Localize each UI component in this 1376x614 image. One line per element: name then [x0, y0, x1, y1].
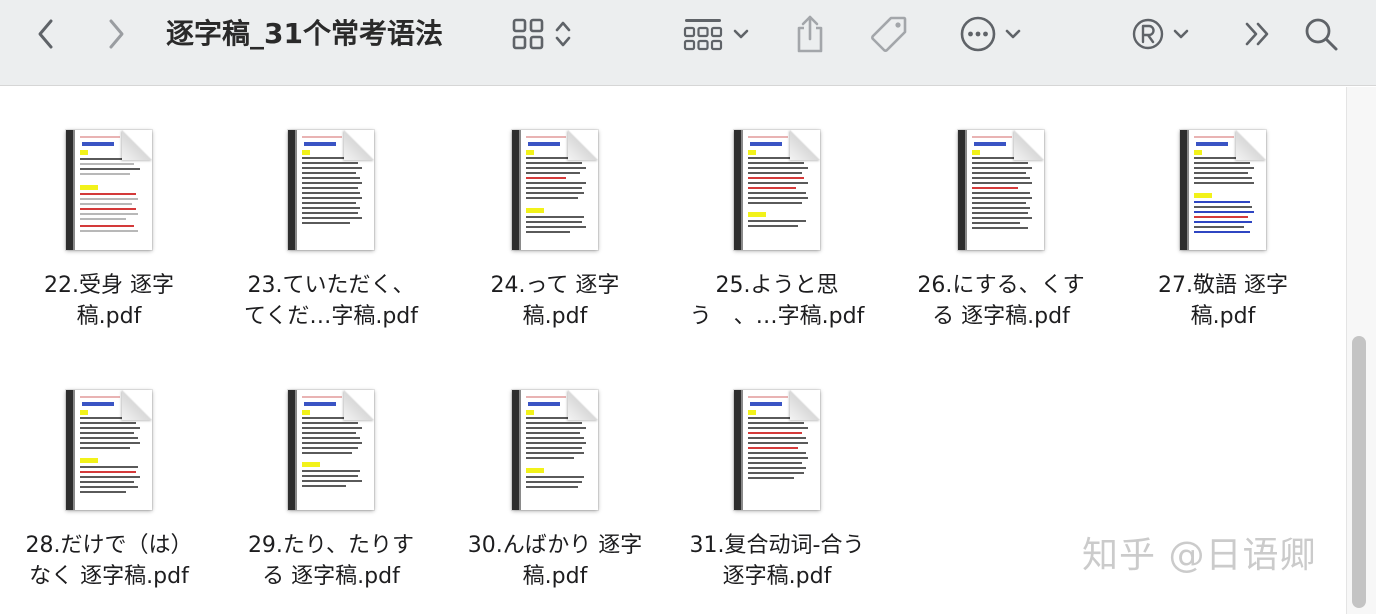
back-icon — [36, 18, 56, 50]
file-name: 27.敬語 逐字 稿.pdf — [1158, 273, 1288, 329]
group-icon — [683, 16, 723, 52]
file-item[interactable]: 27.敬語 逐字 稿.pdf — [1118, 130, 1328, 332]
finder-toolbar: 逐字稿_31个常考语法 — [0, 0, 1376, 86]
window-title: 逐字稿_31个常考语法 — [166, 17, 443, 50]
pdf-thumbnail-icon — [1180, 130, 1266, 250]
grid-view-icon — [510, 16, 546, 52]
pdf-thumbnail-icon — [66, 390, 152, 510]
pdf-thumbnail-icon — [512, 130, 598, 250]
file-item[interactable]: 29.たり、たりす る 逐字稿.pdf — [226, 390, 436, 592]
chevron-down-icon — [1005, 28, 1021, 40]
chevron-down-icon — [733, 28, 749, 40]
file-item[interactable]: 25.ようと思 う 、…字稿.pdf — [672, 130, 882, 332]
search-icon — [1303, 16, 1339, 52]
registered-icon — [1131, 17, 1165, 51]
group-button[interactable] — [676, 14, 756, 54]
pdf-thumbnail-icon — [512, 390, 598, 510]
file-name: 31.复合动词-合う 逐字稿.pdf — [689, 533, 865, 589]
tag-button[interactable] — [866, 12, 912, 56]
view-updown-icon — [554, 18, 572, 50]
pdf-thumbnail-icon — [734, 390, 820, 510]
more-icon — [959, 15, 997, 53]
tag-icon — [869, 14, 909, 54]
search-button[interactable] — [1300, 12, 1342, 56]
pdf-thumbnail-icon — [958, 130, 1044, 250]
watermark-text: 知乎 @日语卿 — [1082, 535, 1317, 576]
file-name: 30.んばかり 逐字 稿.pdf — [467, 533, 643, 589]
file-item[interactable]: 28.だけで（は） なく 逐字稿.pdf — [4, 390, 214, 592]
file-name: 29.たり、たりす る 逐字稿.pdf — [247, 533, 415, 589]
file-item[interactable]: 22.受身 逐字 稿.pdf — [4, 130, 214, 332]
chevron-down-icon — [1173, 28, 1189, 40]
file-name: 26.にする、くす る 逐字稿.pdf — [917, 273, 1085, 329]
pdf-thumbnail-icon — [288, 390, 374, 510]
file-item[interactable]: 24.って 逐字 稿.pdf — [450, 130, 660, 332]
file-item[interactable]: 31.复合动词-合う 逐字稿.pdf — [672, 390, 882, 592]
overflow-icon — [1243, 20, 1273, 48]
file-item[interactable]: 30.んばかり 逐字 稿.pdf — [450, 390, 660, 592]
overflow-button[interactable] — [1240, 14, 1276, 54]
file-name: 28.だけで（は） なく 逐字稿.pdf — [25, 533, 193, 589]
file-name: 23.ていただく、 てくだ…字稿.pdf — [243, 273, 418, 329]
forward-button[interactable] — [100, 14, 132, 54]
file-item[interactable]: 26.にする、くす る 逐字稿.pdf — [896, 130, 1106, 332]
file-name: 25.ようと思 う 、…字稿.pdf — [689, 273, 865, 329]
file-item[interactable]: 23.ていただく、 てくだ…字稿.pdf — [226, 130, 436, 332]
more-actions-button[interactable] — [952, 14, 1028, 54]
forward-icon — [106, 18, 126, 50]
pdf-thumbnail-icon — [66, 130, 152, 250]
file-name: 24.って 逐字 稿.pdf — [490, 273, 620, 329]
back-button[interactable] — [30, 14, 62, 54]
view-mode-button[interactable] — [500, 14, 582, 54]
pdf-thumbnail-icon — [288, 130, 374, 250]
extension-button[interactable] — [1126, 14, 1194, 54]
share-icon — [793, 14, 827, 54]
file-name: 22.受身 逐字 稿.pdf — [44, 273, 174, 329]
scrollbar-thumb[interactable] — [1352, 336, 1366, 608]
pdf-thumbnail-icon — [734, 130, 820, 250]
share-button[interactable] — [790, 12, 830, 56]
